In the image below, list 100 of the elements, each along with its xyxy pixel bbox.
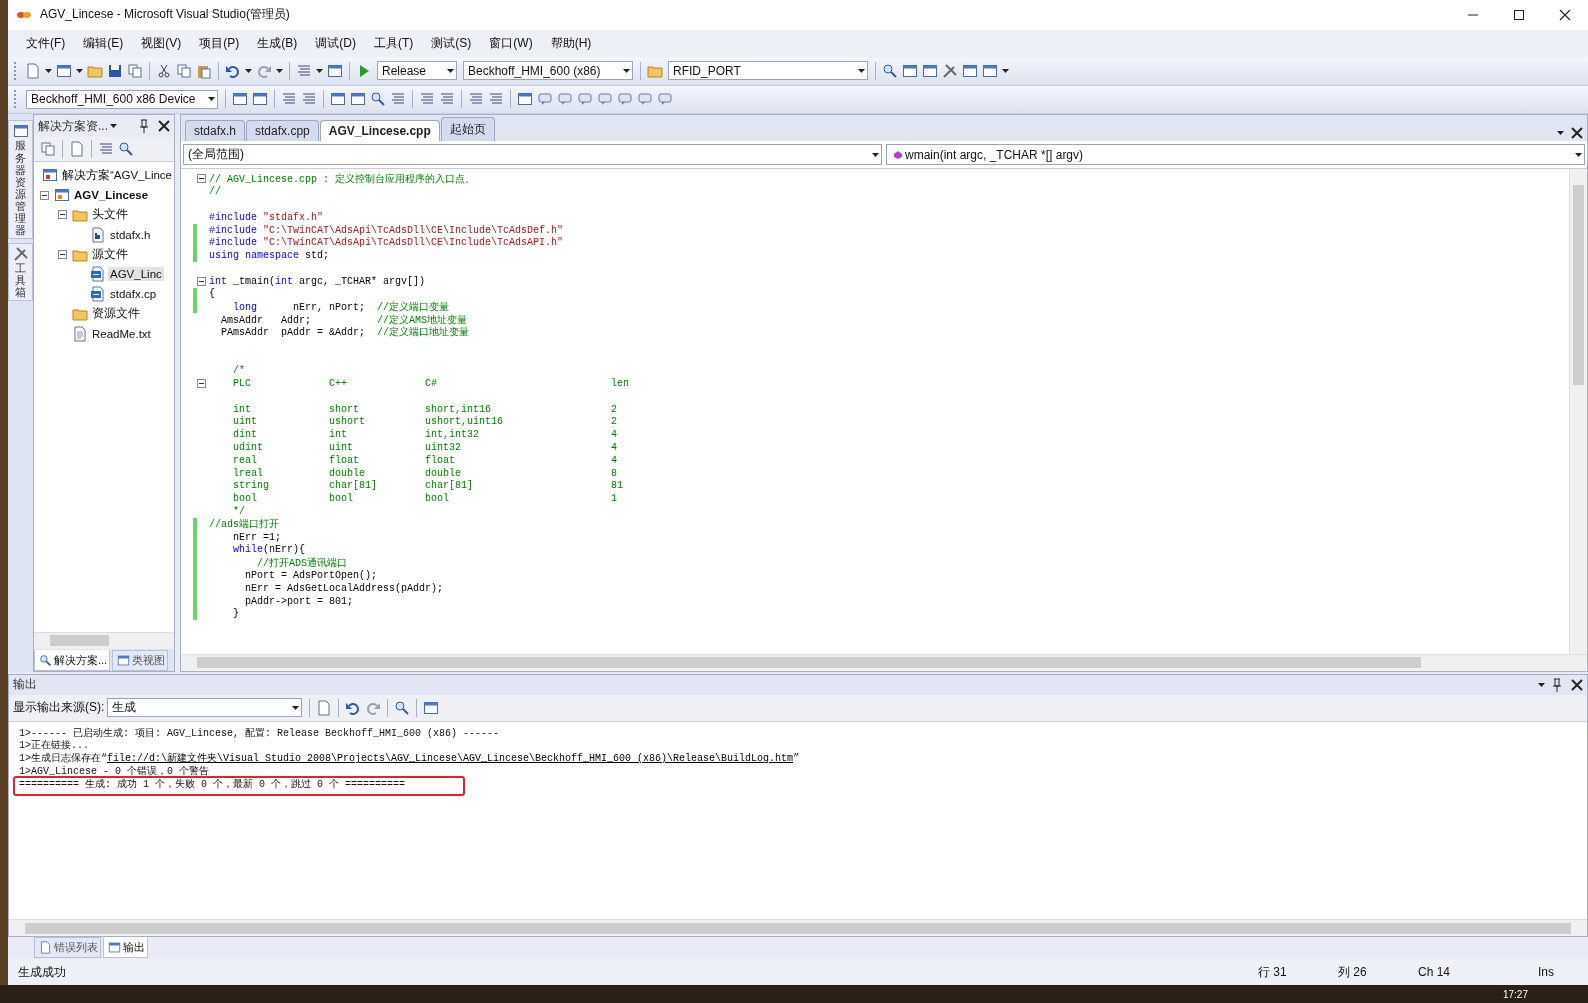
tree-item[interactable]: stdafx.h [108,227,153,242]
file-tab[interactable]: 起始页 [440,117,495,142]
device-dropdown[interactable]: Beckhoff_HMI_600 x86 Device [26,90,218,109]
tree-item[interactable]: 资源文件 [90,305,142,323]
source-dropdown[interactable]: 生成 [107,698,303,718]
panel-tab[interactable]: 输出 [103,937,148,959]
code-line: int short short,int16 2 [232,403,618,415]
code-line: */ [232,506,245,518]
column-number: 列 26 [1338,963,1368,981]
collapse-icon[interactable] [58,210,67,220]
side-tab[interactable]: 服务器资源管理器 [8,120,33,240]
output-line: 1>AGV_Lincese - 0 个错误，0 个警告 [19,765,210,777]
speech-bubble-icon[interactable] [617,91,633,108]
collapse-icon[interactable] [58,250,67,259]
close-icon[interactable] [1569,676,1585,693]
header-file-icon [90,226,106,243]
panel-tab[interactable]: 类视图 [112,649,169,671]
menu-item[interactable]: 文件(F) [18,32,74,54]
search-icon[interactable] [370,91,386,108]
code-line: pAddr->port = 801; [244,595,354,607]
document-icon[interactable] [69,141,85,158]
collapse-icon[interactable] [197,379,206,389]
window-icon[interactable] [423,699,440,716]
tree-item[interactable]: 源文件 [90,246,130,263]
search-icon[interactable] [118,141,134,158]
window-icon[interactable] [232,91,248,108]
status-message: 生成成功 [18,963,66,981]
window-icon[interactable] [982,62,998,79]
code-line: nPort = AdsPortOpen(); [244,570,378,581]
panel-tab[interactable]: 解决方案... [34,649,111,671]
window-icon[interactable] [350,91,366,108]
speech-bubble-icon[interactable] [637,91,653,108]
vertical-scrollbar[interactable] [1569,169,1587,654]
copy-icon[interactable] [40,141,56,158]
find-dropdown[interactable]: RFID_PORT [668,61,868,81]
window-icon[interactable] [56,62,72,79]
window-icon[interactable] [330,91,346,108]
code-line: while(nErr){ [232,544,306,556]
log-link[interactable]: file://d:\新建文件夹\Visual Studio 2008\Projects\AGV_Lincese\AGV_Lincese\Beckhoff_HMI_600 (x86)\Release\BuildLog.htm [107,753,794,765]
menu-item[interactable]: 编辑(E) [75,32,132,54]
window-icon[interactable] [252,91,268,108]
speech-bubble-icon[interactable] [557,91,573,108]
line-number: 行 31 [1258,963,1288,981]
collapse-icon[interactable] [197,276,206,286]
search-icon[interactable] [882,62,898,79]
tree-item[interactable]: ReadMe.txt [90,326,153,341]
speech-bubble-icon[interactable] [657,91,673,108]
menu-item[interactable]: 调试(D) [307,32,364,54]
panel-title: 输出 [13,676,37,694]
menu-item[interactable]: 帮助(H) [542,32,600,54]
menu-item[interactable]: 测试(S) [423,32,480,54]
tree-item[interactable]: AGV_Linc [108,267,164,282]
window-icon[interactable] [962,62,978,79]
configuration-dropdown[interactable]: Release [377,61,457,81]
menu-item[interactable]: 项目(P) [191,32,248,54]
panel-tab[interactable]: 错误列表 [34,937,101,959]
menu-item[interactable]: 窗口(W) [481,32,541,54]
code-line: #include "C:\TwinCAT\AdsApi\TcAdsDll\CE\Include\TcAdsAPI.h" [209,237,564,249]
speech-bubble-icon[interactable] [577,91,593,108]
code-line: uint ushort ushort,uint16 2 [232,416,618,428]
document-icon [39,941,52,955]
tree-item[interactable]: AGV_Lincese [72,188,151,203]
horizontal-scrollbar[interactable] [181,653,1587,671]
platform-dropdown[interactable]: Beckhoff_HMI_600 (x86) [463,61,633,81]
copy-icon[interactable] [176,62,192,79]
collapse-icon[interactable] [197,174,206,184]
member-dropdown[interactable]: wmain(int argc, _TCHAR *[] argv) [886,144,1585,166]
code-line: real float float 4 [232,454,618,466]
menu-item[interactable]: 工具(T) [366,32,422,54]
text-file-icon [72,325,88,342]
code-line: using namespace std; [209,250,330,262]
code-line: nErr =1; [232,531,281,543]
speech-bubble-icon[interactable] [537,91,553,108]
char-number: Ch 14 [1418,965,1452,980]
scope-dropdown[interactable]: (全局范围) [183,144,882,166]
collapse-icon[interactable] [40,190,49,200]
tree-item[interactable]: 解决方案“AGV_Lince [60,166,174,184]
menu-item[interactable]: 视图(V) [133,32,190,54]
file-tab[interactable]: stdafx.cpp [246,120,319,142]
save-icon[interactable] [107,62,123,79]
file-tab[interactable]: stdafx.h [185,120,246,142]
file-tab[interactable]: AGV_Lincese.cpp [319,120,440,142]
tree-item[interactable]: 头文件 [90,206,130,224]
code-line: // AGV_Lincese.cpp : 定义控制台应用程序的入口点。 [209,172,476,186]
menu-item[interactable]: 生成(B) [249,32,306,54]
cut-icon[interactable] [156,62,172,79]
search-icon [39,653,52,667]
window-icon[interactable] [517,91,533,108]
window-icon[interactable] [327,62,343,79]
horizontal-scrollbar[interactable] [34,631,174,649]
copy-icon[interactable] [127,62,143,79]
code-line: // [209,186,221,198]
window-icon[interactable] [902,62,918,79]
side-tab[interactable]: 工具箱 [8,243,33,302]
speech-bubble-icon[interactable] [597,91,613,108]
tree-item[interactable]: stdafx.cp [108,287,159,302]
window-icon[interactable] [922,62,938,79]
code-line: #include "stdafx.h" [209,211,324,223]
horizontal-scrollbar[interactable] [9,919,1587,937]
output-line: ========== 生成: 成功 1 个，失败 0 个，最新 0 个，跳过 0 个 ========== [19,778,406,790]
